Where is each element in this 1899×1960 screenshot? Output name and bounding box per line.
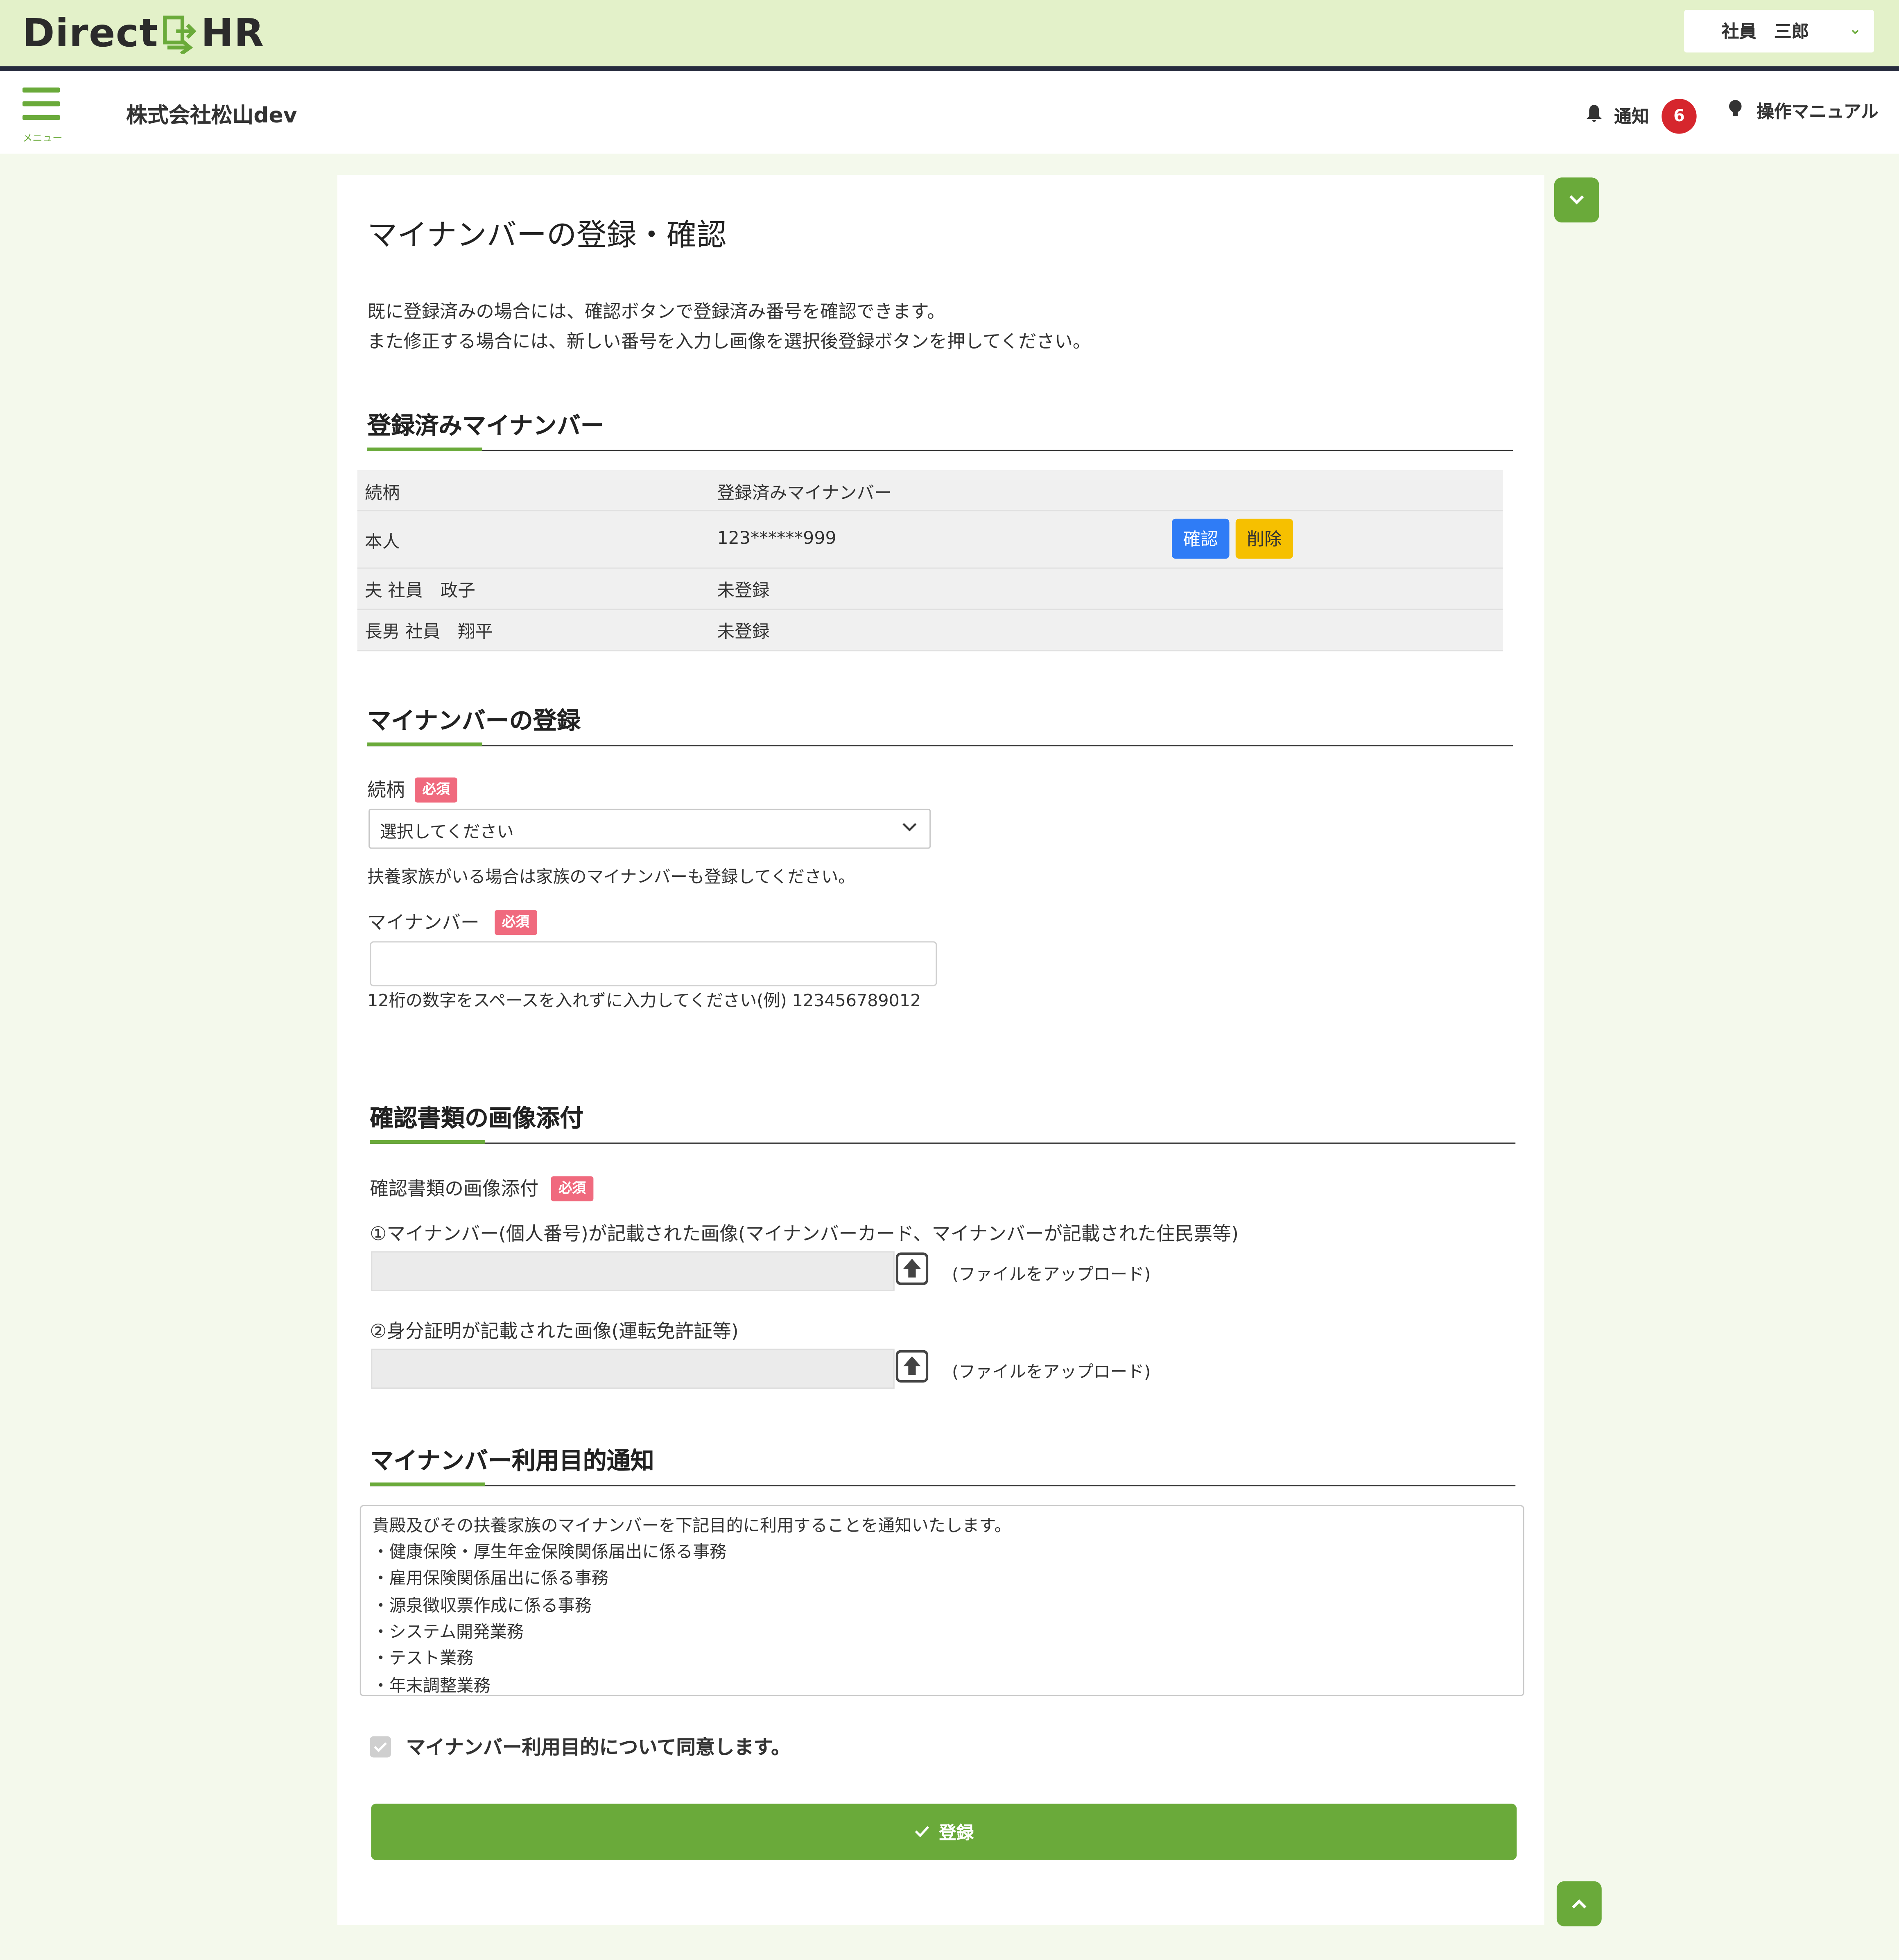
registered-heading: 登録済みマイナンバー	[367, 412, 604, 440]
hamburger-icon-bar	[22, 101, 60, 106]
manual-link[interactable]: 操作マニュアル	[1727, 99, 1879, 124]
chevron-down-icon: ⌄	[1849, 20, 1862, 38]
manual-label: 操作マニュアル	[1757, 102, 1879, 123]
page-root: Direct HR 社員 三郎 ⌄ メニュー 株式会社松山dev 通知 6 操作…	[0, 0, 1899, 1960]
table-row: 長男 社員 翔平 未登録	[357, 610, 1503, 652]
intro-line-2: また修正する場合には、新しい番号を入力し画像を選択後登録ボタンを押してください。	[367, 332, 1091, 353]
notice-line: ・テスト業務	[372, 1648, 474, 1669]
delete-button[interactable]: 削除	[1235, 518, 1293, 559]
agree-checkbox[interactable]	[370, 1736, 391, 1757]
register-submit-button[interactable]: 登録	[371, 1804, 1517, 1860]
column-header-relation: 続柄	[364, 484, 400, 504]
column-header-number: 登録済みマイナンバー	[717, 484, 892, 504]
row-number: 未登録	[717, 581, 770, 602]
menu-label: メニュー	[22, 132, 63, 144]
relation-label-text: 続柄	[367, 779, 405, 801]
hamburger-menu-button[interactable]: メニュー	[22, 87, 63, 144]
number-label-text: マイナンバー	[367, 911, 479, 934]
bell-icon	[1584, 104, 1604, 129]
section-divider	[367, 450, 1513, 451]
chevron-down-icon	[1568, 189, 1585, 211]
row-number: 123******999	[717, 529, 836, 549]
register-submit-label: 登録	[939, 1823, 974, 1843]
section-accent	[370, 1482, 485, 1487]
registration-heading: マイナンバーの登録	[367, 707, 581, 735]
required-badge: 必須	[415, 777, 457, 802]
document2-label: ②身分証明が記載された画像(運転免許証等)	[370, 1320, 739, 1343]
row-relation: 夫 社員 政子	[364, 581, 475, 602]
upload-icon[interactable]	[895, 1350, 929, 1383]
logo-text-right: HR	[201, 11, 265, 57]
purpose-notice-box[interactable]: 貴殿及びその扶養家族のマイナンバーを下記目的に利用することを通知いたします。 ・…	[359, 1505, 1524, 1696]
intro-line-1: 既に登録済みの場合には、確認ボタンで登録済み番号を確認できます。	[367, 302, 945, 323]
user-menu-dropdown[interactable]: 社員 三郎 ⌄	[1684, 10, 1874, 53]
notice-line: ・年末調整業務	[372, 1676, 491, 1696]
section-divider	[370, 1142, 1516, 1144]
notification-label: 通知	[1614, 107, 1649, 128]
app-logo[interactable]: Direct HR	[23, 10, 265, 57]
agree-row[interactable]: マイナンバー利用目的について同意します。	[370, 1732, 791, 1760]
document1-upload-text[interactable]: (ファイルをアップロード)	[952, 1260, 1151, 1285]
notification-link[interactable]: 通知 6	[1584, 99, 1697, 134]
notice-line: ・雇用保険関係届出に係る事務	[372, 1568, 608, 1589]
chevron-down-icon	[902, 816, 917, 841]
documents-label: 確認書類の画像添付 必須	[370, 1175, 594, 1201]
purpose-heading: マイナンバー利用目的通知	[370, 1447, 654, 1475]
notice-line: 貴殿及びその扶養家族のマイナンバーを下記目的に利用することを通知いたします。	[372, 1516, 1011, 1537]
row-relation: 長男 社員 翔平	[364, 622, 493, 643]
logo-mark-icon	[161, 14, 199, 55]
check-icon	[914, 1822, 929, 1842]
section-accent	[367, 742, 482, 747]
row-relation: 本人	[364, 532, 400, 553]
required-badge: 必須	[551, 1175, 594, 1201]
documents-heading: 確認書類の画像添付	[370, 1105, 584, 1133]
section-divider	[370, 1485, 1516, 1487]
section-divider	[367, 745, 1513, 747]
hamburger-icon-bar	[22, 115, 60, 120]
hamburger-icon	[22, 87, 60, 93]
number-label: マイナンバー 必須	[367, 909, 537, 935]
table-header-row: 続柄 登録済みマイナンバー	[357, 470, 1503, 512]
user-name: 社員 三郎	[1721, 22, 1809, 43]
lightbulb-icon	[1727, 99, 1744, 124]
relation-select-value: 選択してください	[380, 822, 514, 843]
number-help-text: 12桁の数字をスペースを入れずに入力してください(例) 123456789012	[367, 991, 921, 1012]
document1-label: ①マイナンバー(個人番号)が記載された画像(マイナンバーカード、マイナンバーが記…	[370, 1222, 1239, 1245]
document2-upload-text[interactable]: (ファイルをアップロード)	[952, 1358, 1151, 1383]
confirm-button[interactable]: 確認	[1172, 518, 1230, 559]
notice-line: ・源泉徴収票作成に係る事務	[372, 1596, 592, 1616]
page-title: マイナンバーの登録・確認	[367, 217, 727, 253]
notice-line: ・健康保険・厚生年金保険関係届出に係る事務	[372, 1542, 727, 1563]
scroll-down-button[interactable]	[1554, 177, 1599, 223]
top-header-bar	[0, 0, 1899, 66]
section-accent	[367, 447, 482, 451]
header-divider	[0, 66, 1899, 71]
document1-file-field[interactable]	[371, 1251, 895, 1292]
intro-text: 既に登録済みの場合には、確認ボタンで登録済み番号を確認できます。 また修正する場…	[367, 297, 1091, 358]
notification-count-badge: 6	[1662, 99, 1697, 134]
required-badge: 必須	[494, 909, 537, 935]
company-name: 株式会社松山dev	[126, 104, 297, 129]
relation-label: 続柄 必須	[367, 776, 457, 802]
table-row: 夫 社員 政子 未登録	[357, 568, 1503, 610]
relation-select[interactable]: 選択してください	[368, 808, 931, 849]
chevron-up-icon	[1570, 1892, 1588, 1915]
my-number-input[interactable]	[370, 941, 937, 987]
logo-text-left: Direct	[22, 11, 159, 57]
row-number: 未登録	[717, 622, 770, 643]
relation-help-text: 扶養家族がいる場合は家族のマイナンバーも登録してください。	[367, 867, 855, 888]
table-row: 本人 123******999 確認 削除	[357, 511, 1503, 569]
document2-file-field[interactable]	[371, 1349, 895, 1389]
agree-label: マイナンバー利用目的について同意します。	[406, 1736, 791, 1759]
documents-label-text: 確認書類の画像添付	[370, 1177, 539, 1200]
notice-line: ・システム開発業務	[372, 1622, 524, 1643]
upload-icon[interactable]	[895, 1252, 929, 1285]
scroll-top-button[interactable]	[1556, 1881, 1602, 1926]
section-accent	[370, 1140, 485, 1144]
